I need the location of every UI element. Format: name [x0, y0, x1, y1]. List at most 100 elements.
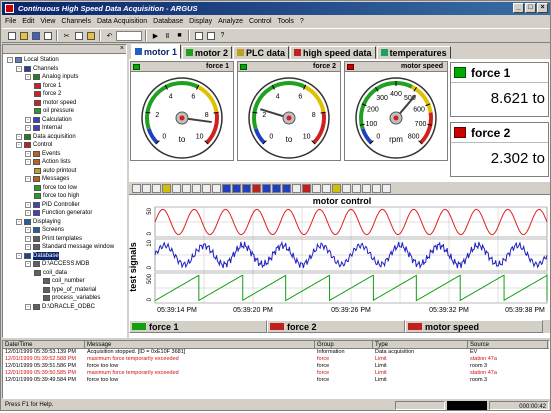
cut-icon[interactable]: ✂: [61, 30, 72, 41]
tree-item[interactable]: - Calculation: [25, 116, 72, 124]
chart-tool-icon[interactable]: [172, 183, 181, 193]
log-row[interactable]: 12/01/1999 05:39:52.588 PM maximum force …: [3, 356, 549, 363]
tab-motor-2[interactable]: motor 2: [182, 46, 233, 59]
paste-icon[interactable]: [85, 30, 96, 41]
tree-item[interactable]: motor speed: [34, 99, 76, 107]
tree-item[interactable]: - Database: [16, 251, 59, 260]
tree-expander-icon[interactable]: -: [25, 125, 31, 131]
zoom-out-icon[interactable]: [202, 183, 211, 193]
save-icon[interactable]: [30, 30, 41, 41]
tree-item[interactable]: - Displaying: [16, 218, 61, 226]
legend-item[interactable]: force 1: [129, 320, 267, 333]
stop-icon[interactable]: ■: [174, 30, 185, 41]
tree-item[interactable]: force 1: [34, 82, 61, 90]
legend-item[interactable]: motor speed: [405, 320, 543, 333]
log-row[interactable]: 12/01/1999 05:39:50.585 PM maximum force …: [3, 370, 549, 377]
tree-expander-icon[interactable]: -: [25, 210, 31, 216]
menu-item-file[interactable]: File: [2, 16, 19, 27]
tree-expander-icon[interactable]: -: [16, 133, 22, 140]
menu-item-channels[interactable]: Channels: [58, 16, 94, 27]
tree-item[interactable]: - Data acquisition: [16, 133, 76, 141]
log-row[interactable]: 12/01/1999 05:39:53.139 PM Acquisition st…: [3, 349, 549, 356]
menu-item-control[interactable]: Control: [246, 16, 275, 27]
last-icon[interactable]: [282, 183, 291, 193]
log-row[interactable]: 12/01/1999 05:39:51.586 PM force too low f…: [3, 363, 549, 370]
tab-motor-1[interactable]: motor 1: [131, 44, 182, 59]
menu-item-edit[interactable]: Edit: [19, 16, 37, 27]
back-icon[interactable]: [232, 183, 241, 193]
minimize-button[interactable]: _: [513, 3, 524, 13]
tree-item[interactable]: - Print templates: [25, 235, 82, 243]
log-col-header[interactable]: Type: [373, 341, 468, 348]
copy-icon[interactable]: [73, 30, 84, 41]
tree-item[interactable]: - Events: [25, 150, 60, 158]
open-icon[interactable]: [18, 30, 29, 41]
tree-item[interactable]: type_of_material: [43, 286, 96, 294]
menu-item-data-acquisition[interactable]: Data Acquisition: [94, 16, 150, 27]
zoom-icon[interactable]: [212, 183, 221, 193]
tree-expander-icon[interactable]: -: [25, 227, 31, 233]
undo-icon[interactable]: ↶: [104, 30, 115, 41]
tree-item[interactable]: - Screens: [25, 226, 64, 234]
tree-item[interactable]: oil pressure: [34, 107, 74, 115]
log-row[interactable]: 12/01/1999 05:39:49.584 PM force too low f…: [3, 377, 549, 384]
tree-expander-icon[interactable]: -: [25, 244, 31, 250]
tree-item[interactable]: - Channels: [16, 65, 58, 73]
tree-close-icon[interactable]: ×: [120, 45, 124, 53]
tree-expander-icon[interactable]: -: [25, 201, 31, 208]
chart-tool-icon[interactable]: [312, 183, 321, 193]
tab-high-speed-data[interactable]: high speed data: [290, 46, 376, 59]
tree-expander-icon[interactable]: -: [25, 159, 31, 165]
tree-expander-icon[interactable]: -: [25, 176, 31, 182]
chart-tool-icon[interactable]: [162, 183, 171, 193]
menu-item--[interactable]: ?: [297, 16, 307, 27]
maximize-button[interactable]: □: [525, 3, 536, 13]
tree-item[interactable]: process_variables: [43, 294, 100, 302]
chart-tool-icon[interactable]: [302, 183, 311, 193]
tree-item[interactable]: - Local Station: [7, 56, 59, 64]
binoculars-icon[interactable]: [362, 183, 371, 193]
tree-item[interactable]: coil_data: [34, 269, 67, 277]
tree-expander-icon[interactable]: -: [16, 142, 22, 148]
tree-expander-icon[interactable]: -: [25, 235, 31, 242]
tree-item[interactable]: force 2: [34, 90, 61, 98]
log-col-header[interactable]: Message: [85, 341, 315, 348]
play-icon[interactable]: [252, 183, 261, 193]
tree-item[interactable]: - Analog inputs: [25, 73, 78, 81]
tree-expander-icon[interactable]: -: [25, 261, 31, 267]
log-col-header[interactable]: Date/Time: [3, 341, 85, 348]
tree-item[interactable]: - Standard message window: [25, 243, 114, 251]
chart-tool-icon[interactable]: [292, 183, 301, 193]
chart-tool-icon[interactable]: [142, 183, 151, 193]
menu-item-database[interactable]: Database: [150, 16, 186, 27]
tree-item[interactable]: force too low: [34, 184, 77, 192]
tree-expander-icon[interactable]: -: [7, 57, 13, 63]
tree-expander-icon[interactable]: -: [25, 303, 31, 310]
first-icon[interactable]: [222, 183, 231, 193]
tree-item[interactable]: - Messages: [25, 175, 69, 183]
log-col-header[interactable]: Source: [468, 341, 548, 348]
toolbar-dropdown[interactable]: [116, 30, 142, 41]
start-icon[interactable]: ▶: [150, 30, 161, 41]
grid-icon[interactable]: [205, 30, 216, 41]
tree-item[interactable]: - D:\ACCESS.MDB: [25, 260, 89, 268]
tree-expander-icon[interactable]: -: [25, 150, 31, 157]
log-col-header[interactable]: Group: [315, 341, 373, 348]
tree-item[interactable]: - Action lists: [25, 158, 71, 166]
chart-tool-icon[interactable]: [372, 183, 381, 193]
tab-PLC-data[interactable]: PLC data: [233, 46, 290, 59]
layout-icon[interactable]: [193, 30, 204, 41]
chart-tool-icon[interactable]: [342, 183, 351, 193]
print-icon[interactable]: [42, 30, 53, 41]
tree-item[interactable]: force too high: [34, 192, 79, 200]
menu-item-display[interactable]: Display: [186, 16, 215, 27]
pause-icon[interactable]: Ⅱ: [162, 30, 173, 41]
menu-item-tools[interactable]: Tools: [275, 16, 297, 27]
chart-tool-icon[interactable]: [182, 183, 191, 193]
chart-tool-icon[interactable]: [322, 183, 331, 193]
tab-temperatures[interactable]: temperatures: [376, 46, 451, 59]
tree-item[interactable]: coil_number: [43, 277, 85, 285]
tree-item[interactable]: - D:\ORACLE_ODBC: [25, 303, 95, 311]
tree-expander-icon[interactable]: -: [25, 116, 31, 123]
chart-tool-icon[interactable]: [132, 183, 141, 193]
